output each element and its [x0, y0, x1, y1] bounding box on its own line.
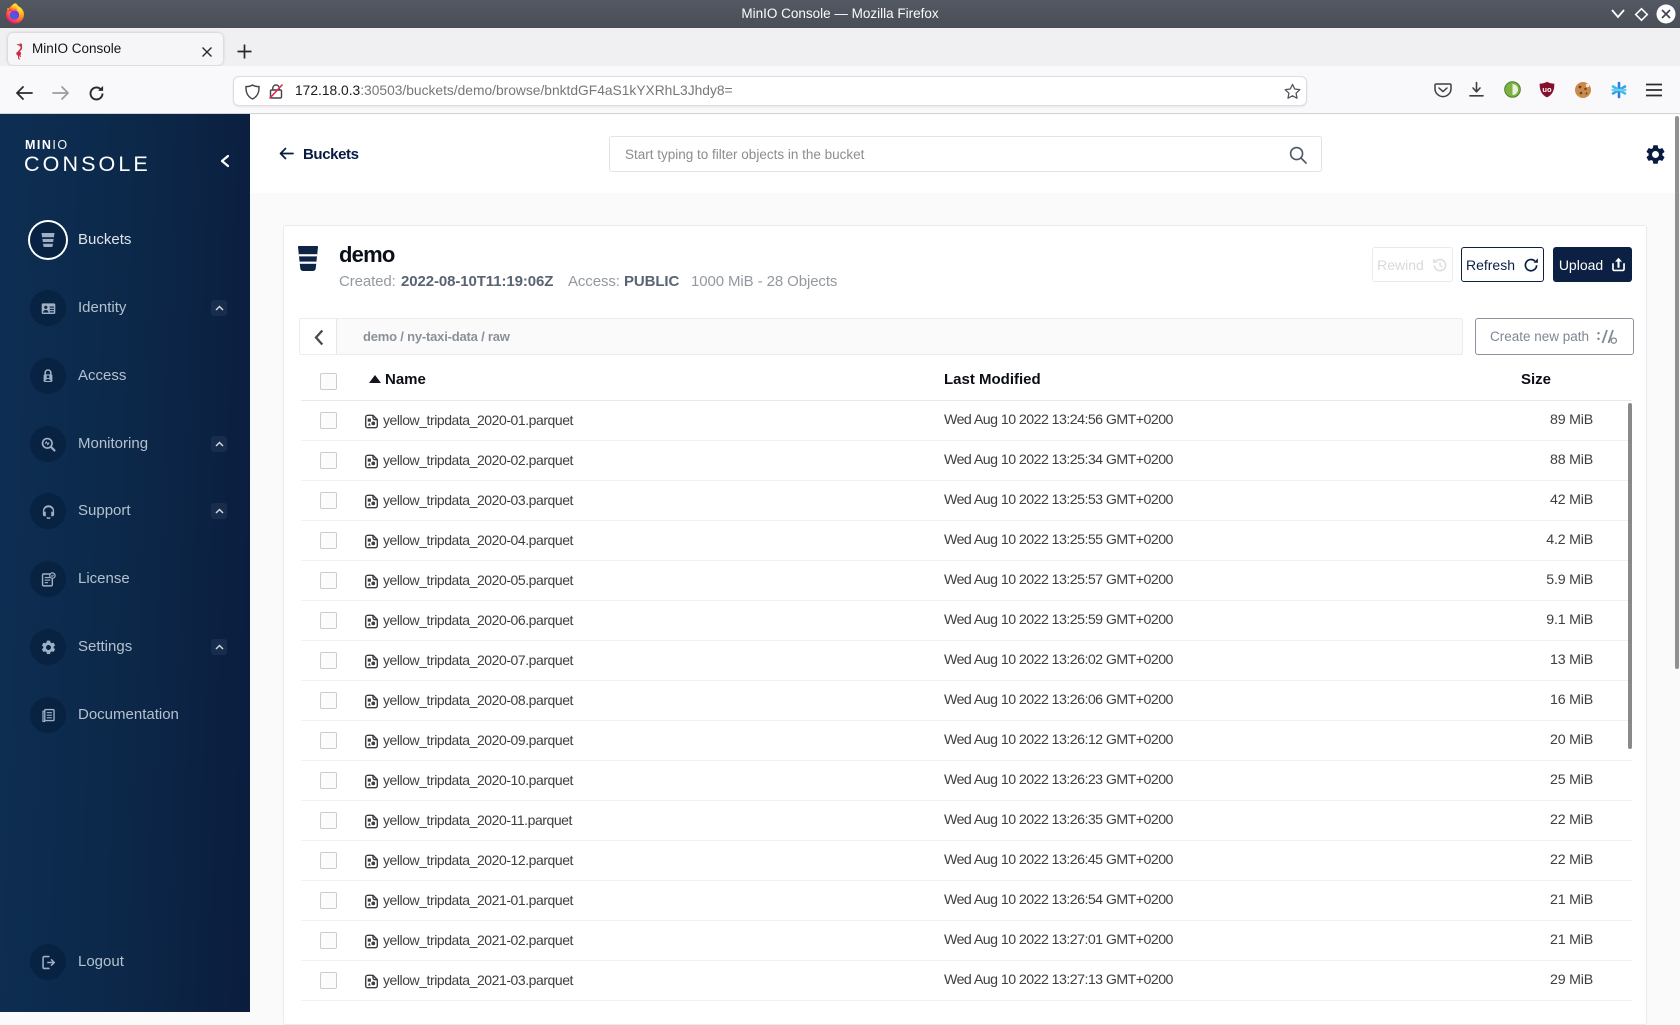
- svg-text:uo: uo: [1542, 85, 1552, 94]
